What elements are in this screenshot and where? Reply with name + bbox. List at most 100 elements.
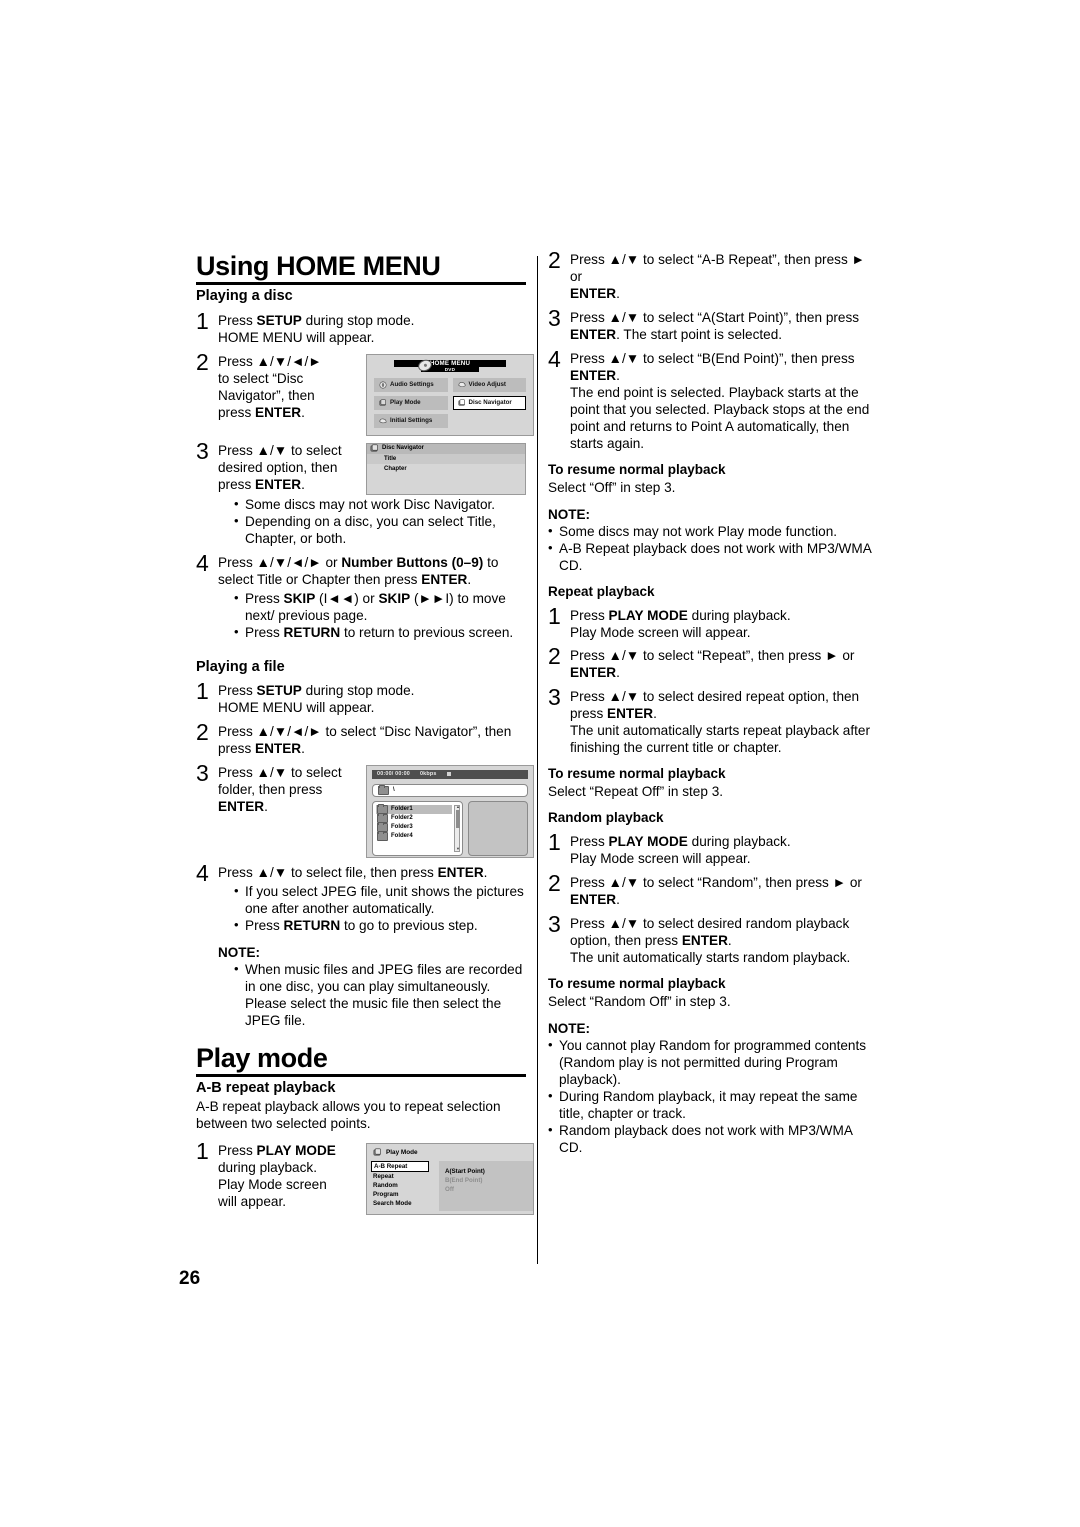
step-text-part: select Title or Chapter then press [218, 571, 422, 587]
step-bullet-list: Some discs may not work Disc Navigator. … [218, 496, 526, 548]
play-mode-value-b-end-point[interactable]: B(End Point) [445, 1176, 533, 1185]
page-content: Using HOME MENU Playing a disc 1 Press S… [196, 249, 896, 1264]
step-text-part: Press ▲/▼ to select “B(End Point)”, then… [570, 350, 855, 366]
note-bullet-list: Some discs may not work Play mode functi… [548, 523, 878, 575]
home-menu-item-video-adjust[interactable]: Video Adjust [452, 377, 526, 392]
step-text-part: during playback. [218, 1160, 317, 1176]
step-text: Press ▲/▼ to select “B(End Point)”, then… [570, 351, 878, 453]
note-label: NOTE: [218, 944, 260, 960]
home-menu-item-initial-settings[interactable]: Initial Settings [374, 413, 448, 428]
step-number: 2 [548, 643, 561, 670]
play-mode-option-search-mode[interactable]: Search Mode [373, 1199, 439, 1208]
file-browser-path-field[interactable]: \ [372, 783, 528, 797]
scroll-down-icon[interactable]: ▼ [456, 847, 460, 851]
key-enter: ENTER [570, 665, 617, 681]
scrollbar[interactable]: ▲ ▼ [454, 804, 460, 852]
monitor-icon [458, 381, 465, 387]
step-ab-4: 4 Press ▲/▼ to select “B(End Point)”, th… [548, 348, 878, 453]
step-text-part: Press [218, 682, 257, 698]
file-browser-list[interactable]: Folder1 Folder2 Folder3 Folder4 ▲ ▼ [372, 800, 463, 856]
step-number: 3 [196, 759, 209, 786]
key-enter: ENTER [570, 326, 617, 342]
step-repeat-1: 1 Press PLAY MODE during playback. Play … [548, 604, 878, 642]
key-skip: SKIP [283, 590, 316, 606]
bullet-part: Press [245, 590, 284, 606]
home-menu-item-play-mode[interactable]: Play Mode [374, 395, 448, 410]
play-mode-header: Play Mode [367, 1144, 533, 1161]
list-item[interactable]: Folder4 [376, 830, 452, 841]
page-number: 26 [179, 1268, 201, 1289]
list-item[interactable]: Folder3 [376, 821, 452, 832]
step-number: 2 [196, 718, 209, 745]
play-mode-value-a-start-point[interactable]: A(Start Point) [445, 1167, 533, 1176]
play-mode-option-random[interactable]: Random [373, 1181, 439, 1190]
step-text-part: . [616, 367, 620, 383]
step-text-part: folder, then press [218, 781, 323, 797]
step-text-part: Play Mode screen will appear. [570, 851, 751, 867]
bullet-item: Random playback does not work with MP3/W… [548, 1122, 878, 1157]
key-enter: ENTER [218, 798, 265, 814]
key-enter: ENTER [255, 476, 302, 492]
list-item[interactable]: Folder1 [376, 803, 452, 814]
bullet-item: When music files and JPEG files are reco… [234, 961, 526, 1030]
step-number: 1 [196, 1138, 209, 1165]
step-bullet-list: If you select JPEG file, unit shows the … [218, 883, 526, 935]
key-enter: ENTER [421, 571, 468, 587]
key-setup: SETUP [256, 682, 302, 698]
step-text-part: press [218, 740, 256, 756]
home-menu-item-disc-navigator[interactable]: Disc Navigator [452, 395, 526, 410]
step-text-part: The unit automatically starts repeat pla… [570, 723, 870, 756]
title-rule [196, 1074, 526, 1078]
step-text-part: HOME MENU will appear. [218, 329, 375, 345]
resume-text-1: Select “Off” in step 3. [548, 479, 676, 495]
bullet-item: Depending on a disc, you can select Titl… [234, 513, 526, 548]
key-number-buttons: Number Buttons (0–9) [341, 554, 484, 570]
figure-disc-navigator: Disc Navigator Title Chapter [366, 442, 526, 495]
step-repeat-2: 2 Press ▲/▼ to select “Repeat”, then pre… [548, 643, 878, 682]
step-disc-4: 4 Press ▲/▼/◄/► or Number Buttons (0–9) … [196, 551, 526, 642]
folder-icon [378, 784, 389, 795]
step-repeat-3: 3 Press ▲/▼ to select desired repeat opt… [548, 686, 878, 757]
bullet-item: During Random playback, it may repeat th… [548, 1088, 878, 1123]
left-column: Using HOME MENU Playing a disc 1 Press S… [196, 252, 534, 1216]
step-text-part: Press ▲/▼ to select “Random”, then press… [570, 875, 862, 891]
play-mode-option-repeat[interactable]: Repeat [373, 1172, 439, 1181]
figure-file-browser: 00:00/ 00:00 0kbps \ Folder1 Folder2 Fol… [366, 764, 534, 858]
step-text-part: press [218, 404, 256, 420]
file-browser-statusbar: 00:00/ 00:00 0kbps [372, 769, 528, 779]
step-text-part: Press ▲/▼ to select “A-B Repeat”, then p… [570, 252, 865, 284]
bullet-item: Press RETURN to return to previous scree… [234, 624, 526, 642]
step-text-part: Press ▲/▼/◄/► or [218, 554, 342, 570]
file-preview-pane [468, 800, 528, 856]
resume-text-2: Select “Repeat Off” in step 3. [548, 784, 724, 800]
step-text-part: Play Mode screen [218, 1177, 327, 1193]
step-text-part: during stop mode. [301, 312, 415, 328]
section-heading-playing-a-disc: Playing a disc [196, 288, 293, 305]
step-text-part: . [301, 740, 305, 756]
play-mode-value-off[interactable]: Off [445, 1185, 533, 1194]
step-text-part: . [301, 476, 305, 492]
play-mode-option-program[interactable]: Program [373, 1190, 439, 1199]
scrollbar-thumb[interactable] [455, 809, 460, 828]
step-text-part: Press ▲/▼/◄/► to select “Disc Navigator”… [218, 723, 512, 739]
home-menu-titlebar: HOME MENU DVD [394, 357, 506, 373]
home-menu-item-audio-settings[interactable]: Audio Settings [374, 377, 448, 392]
step-ab-2: 2 Press ▲/▼ to select “A-B Repeat”, then… [548, 249, 878, 303]
scroll-up-icon[interactable]: ▲ [456, 805, 460, 809]
bullet-part: to return to previous screen. [340, 624, 514, 640]
disc-navigator-row-title[interactable]: Title [367, 453, 525, 464]
key-enter: ENTER [255, 740, 302, 756]
step-text: Press ▲/▼ to select folder, then press E… [218, 764, 534, 858]
step-text-part: desired option, then [218, 459, 338, 475]
play-mode-option-ab-repeat[interactable]: A-B Repeat [371, 1161, 429, 1173]
bullet-item: Press SKIP (I◄◄) or SKIP (►►I) to move n… [234, 590, 526, 625]
title-rule [196, 282, 526, 286]
step-text-block: Press PLAY MODE during playback. Play Mo… [218, 1143, 360, 1211]
bullet-item: A-B Repeat playback does not work with M… [548, 540, 878, 575]
disc-navigator-row-chapter[interactable]: Chapter [367, 464, 525, 474]
step-text-part: press [570, 706, 608, 722]
list-item[interactable]: Folder2 [376, 812, 452, 823]
step-text-part: will appear. [218, 1194, 287, 1210]
key-enter: ENTER [681, 933, 728, 949]
list-item-label: Folder4 [391, 832, 413, 839]
